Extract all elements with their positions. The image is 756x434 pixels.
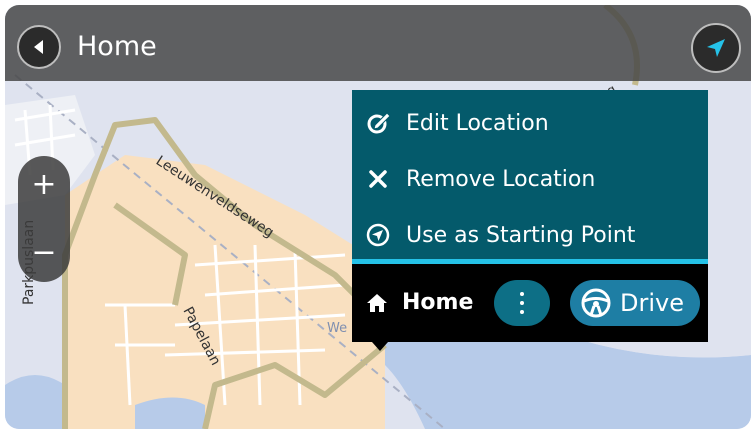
location-name: Home bbox=[402, 290, 474, 315]
more-vertical-icon bbox=[520, 292, 524, 296]
menu-item-remove-location[interactable]: Remove Location bbox=[352, 152, 708, 206]
home-icon bbox=[367, 294, 387, 312]
zoom-in-button[interactable]: + bbox=[18, 160, 70, 210]
page-title: Home bbox=[77, 31, 157, 62]
more-vertical-icon bbox=[520, 301, 524, 305]
popup-action-bar: Home Drive bbox=[352, 264, 708, 342]
drive-button-label: Drive bbox=[620, 289, 684, 317]
back-arrow-icon bbox=[34, 40, 43, 54]
menu-item-use-as-starting-point[interactable]: Use as Starting Point bbox=[352, 208, 708, 262]
location-popup: Edit Location Remove Location Use as Sta… bbox=[352, 90, 708, 342]
edit-location-icon bbox=[364, 109, 392, 137]
more-vertical-icon bbox=[520, 310, 524, 314]
zoom-control: + − bbox=[18, 156, 70, 282]
menu-item-edit-location[interactable]: Edit Location bbox=[352, 96, 708, 150]
back-button[interactable] bbox=[17, 25, 61, 69]
menu-item-label: Use as Starting Point bbox=[406, 222, 636, 248]
starting-point-icon bbox=[364, 221, 392, 249]
app-frame: Leeuwenveldseweg Papelaan Parkpuslaan eg… bbox=[5, 5, 751, 429]
navigation-arrow-icon bbox=[707, 39, 725, 57]
close-icon bbox=[364, 165, 392, 193]
steering-wheel-icon bbox=[581, 288, 611, 318]
zoom-out-button[interactable]: − bbox=[18, 228, 70, 278]
popup-pointer bbox=[372, 342, 388, 351]
more-options-button[interactable] bbox=[494, 280, 550, 326]
menu-item-label: Remove Location bbox=[406, 166, 596, 192]
current-location-button[interactable] bbox=[691, 23, 741, 73]
menu-item-label: Edit Location bbox=[406, 110, 549, 136]
drive-button[interactable]: Drive bbox=[570, 280, 700, 326]
header-bar: Home bbox=[5, 5, 751, 81]
map-label-we: We bbox=[327, 321, 347, 336]
